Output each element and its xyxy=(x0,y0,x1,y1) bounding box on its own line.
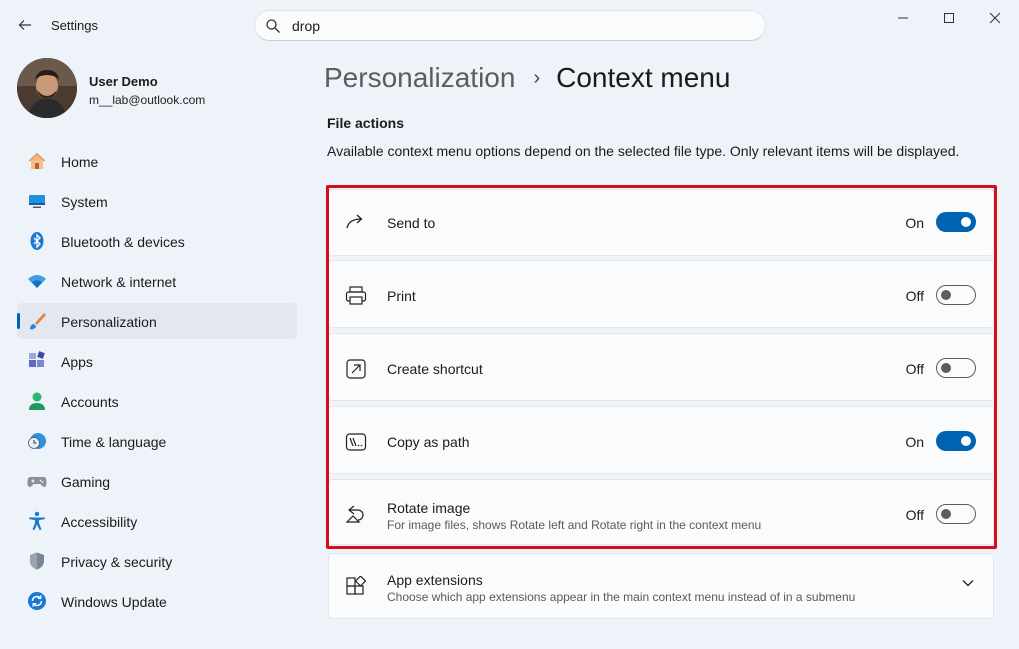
update-icon xyxy=(28,592,46,610)
clock-globe-icon xyxy=(28,433,46,449)
setting-label: App extensions xyxy=(387,572,483,588)
toggle-knob xyxy=(941,290,951,300)
close-button[interactable] xyxy=(981,8,1009,28)
sidebar-item-label: Network & internet xyxy=(61,274,177,290)
user-email: m__lab@outlook.com xyxy=(89,93,206,107)
sidebar-item-bluetooth[interactable]: Bluetooth & devices xyxy=(17,223,297,259)
shortcut-icon xyxy=(346,359,366,379)
setting-send-to: Send to On xyxy=(328,189,994,256)
setting-copy-as-path: Copy as path On xyxy=(328,406,994,474)
accounts-icon xyxy=(29,392,45,410)
sidebar-item-time-language[interactable]: Time & language xyxy=(17,423,297,459)
sidebar-item-label: Accounts xyxy=(61,394,119,410)
app-title: Settings xyxy=(51,18,98,33)
back-arrow-icon xyxy=(18,20,31,30)
sidebar-item-gaming[interactable]: Gaming xyxy=(17,463,297,499)
user-profile[interactable]: User Demo m__lab@outlook.com xyxy=(17,58,297,118)
sidebar-item-home[interactable]: Home xyxy=(17,143,297,179)
toggle-state-label: Off xyxy=(905,288,924,304)
bluetooth-icon xyxy=(30,232,44,250)
toggle-knob xyxy=(941,509,951,519)
shield-icon xyxy=(30,552,44,570)
setting-description: Choose which app extensions appear in th… xyxy=(387,590,856,604)
minimize-icon xyxy=(898,17,908,19)
apps-icon xyxy=(29,351,45,367)
setting-label: Copy as path xyxy=(387,434,470,450)
setting-print: Print Off xyxy=(328,260,994,328)
toggle-state-label: Off xyxy=(905,361,924,377)
avatar xyxy=(17,58,77,118)
toggle-state-label: Off xyxy=(905,507,924,523)
setting-app-extensions[interactable]: App extensions Choose which app extensio… xyxy=(328,553,994,619)
send-to-icon xyxy=(346,214,363,229)
search-box[interactable] xyxy=(254,10,766,41)
sidebar-item-label: Privacy & security xyxy=(61,554,173,570)
create-shortcut-toggle[interactable] xyxy=(936,358,976,378)
avatar-image xyxy=(17,58,77,118)
close-icon xyxy=(989,12,1001,24)
breadcrumb-separator-icon: › xyxy=(533,66,541,89)
sidebar-item-label: System xyxy=(61,194,108,210)
toggle-knob xyxy=(961,217,971,227)
toggle-state-label: On xyxy=(905,215,924,231)
search-input[interactable] xyxy=(292,16,752,36)
toggle-knob xyxy=(961,436,971,446)
setting-description: For image files, shows Rotate left and R… xyxy=(387,518,762,532)
minimize-button[interactable] xyxy=(889,8,917,28)
copy-path-icon xyxy=(345,433,367,451)
sidebar-item-label: Windows Update xyxy=(61,594,167,610)
sidebar-item-label: Personalization xyxy=(61,314,157,330)
printer-icon xyxy=(345,286,367,305)
setting-rotate-image: Rotate image For image files, shows Rota… xyxy=(328,479,994,545)
maximize-button[interactable] xyxy=(935,8,963,28)
search-icon xyxy=(266,19,280,33)
sidebar-item-accessibility[interactable]: Accessibility xyxy=(17,503,297,539)
page-title: Context menu xyxy=(556,62,731,93)
sidebar-item-label: Accessibility xyxy=(61,514,138,530)
sidebar-item-label: Gaming xyxy=(61,474,111,490)
section-title: File actions xyxy=(327,115,405,131)
setting-label: Create shortcut xyxy=(387,361,483,377)
breadcrumb-parent[interactable]: Personalization xyxy=(324,62,515,94)
sidebar-item-label: Time & language xyxy=(61,434,167,450)
toggle-state-label: On xyxy=(905,434,924,450)
copy-as-path-toggle[interactable] xyxy=(936,431,976,451)
section-description: Available context menu options depend on… xyxy=(327,143,960,159)
sidebar-item-privacy-security[interactable]: Privacy & security xyxy=(17,543,297,579)
print-toggle[interactable] xyxy=(936,285,976,305)
breadcrumb: Personalization › Context menu xyxy=(324,58,730,98)
maximize-icon xyxy=(944,13,954,23)
setting-label: Print xyxy=(387,288,416,304)
send-to-toggle[interactable] xyxy=(936,212,976,232)
toggle-knob xyxy=(941,363,951,373)
sidebar-item-label: Home xyxy=(61,154,99,170)
sidebar-item-accounts[interactable]: Accounts xyxy=(17,383,297,419)
user-name: User Demo xyxy=(89,74,158,89)
sidebar-item-windows-update[interactable]: Windows Update xyxy=(17,583,297,619)
sidebar-item-system[interactable]: System xyxy=(17,183,297,219)
sidebar-item-label: Bluetooth & devices xyxy=(61,234,185,250)
sidebar-item-network[interactable]: Network & internet xyxy=(17,263,297,299)
home-icon xyxy=(28,152,46,169)
setting-create-shortcut: Create shortcut Off xyxy=(328,333,994,401)
gamepad-icon xyxy=(27,477,47,487)
sidebar-item-label: Apps xyxy=(61,354,93,370)
accessibility-icon xyxy=(29,511,45,531)
sidebar-nav: Home System Bluetooth & devices Network … xyxy=(17,143,297,623)
setting-label: Rotate image xyxy=(387,500,471,516)
system-icon xyxy=(29,195,45,208)
sidebar-item-apps[interactable]: Apps xyxy=(17,343,297,379)
title-bar: Settings xyxy=(0,0,1019,50)
wifi-icon xyxy=(28,275,46,288)
sidebar-item-personalization[interactable]: Personalization xyxy=(17,303,297,339)
app-extensions-icon xyxy=(346,576,367,595)
setting-label: Send to xyxy=(387,215,436,231)
chevron-down-icon[interactable] xyxy=(961,576,975,590)
rotate-icon xyxy=(345,505,364,523)
rotate-image-toggle[interactable] xyxy=(936,504,976,524)
back-button[interactable] xyxy=(14,14,36,36)
brush-icon xyxy=(30,313,46,330)
